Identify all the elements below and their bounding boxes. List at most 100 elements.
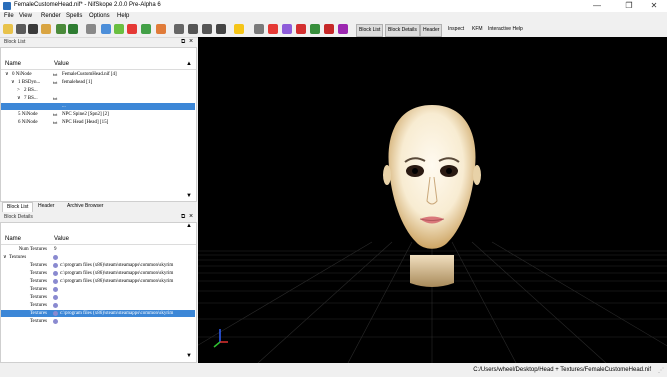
float-panel-icon[interactable]: ⧉ [181, 39, 185, 46]
expand-arrow-icon[interactable]: ∨ [5, 71, 9, 78]
texture-file-icon[interactable] [53, 279, 58, 284]
axes-icon[interactable] [254, 24, 264, 34]
red-cube-icon[interactable] [127, 24, 137, 34]
texture-file-icon[interactable] [53, 263, 58, 268]
maximize-button[interactable]: ❐ [618, 0, 640, 12]
texture-file-icon[interactable] [53, 295, 58, 300]
text-type-icon: txt [53, 112, 58, 117]
detail-row[interactable]: Textures c:\program files (x86)\steam\ste… [1, 270, 195, 277]
expand-arrow-icon[interactable]: ∨ [17, 95, 21, 102]
palette-icon[interactable] [338, 24, 348, 34]
shader-icon[interactable] [156, 24, 166, 34]
toolbar-tab-header[interactable]: Header [420, 24, 443, 37]
undo-icon[interactable] [56, 24, 66, 34]
texture-file-icon[interactable] [53, 303, 58, 308]
view-side-icon[interactable] [216, 24, 226, 34]
detail-name: Textures [29, 287, 47, 292]
col-name-header[interactable]: Name [5, 236, 21, 242]
texture-file-icon[interactable] [53, 271, 58, 276]
texture-file-icon[interactable] [53, 287, 58, 292]
detail-row[interactable]: Textures [1, 286, 195, 293]
camera-icon[interactable] [202, 24, 212, 34]
detail-value: c:\program files (x86)\steam\steamapps\c… [60, 279, 174, 284]
toolbar-tab-block-details[interactable]: Block Details [385, 24, 420, 37]
menu-file[interactable]: File [4, 13, 14, 19]
detail-name: Textures [29, 319, 47, 324]
block-list-row[interactable]: ... [1, 103, 195, 110]
new-file-icon[interactable] [3, 24, 13, 34]
resize-grip-icon[interactable]: ⋰ [658, 367, 664, 374]
save-icon[interactable] [28, 24, 38, 34]
menu-view[interactable]: View [19, 13, 32, 19]
texture-file-icon[interactable] [53, 311, 58, 316]
minimize-button[interactable]: — [586, 0, 608, 12]
text-type-icon: txt [53, 96, 58, 101]
detail-row[interactable]: Textures c:\program files (x86)\steam\ste… [1, 262, 195, 269]
toolbar-tab-inspect[interactable]: Inspect [446, 24, 466, 35]
open-folder-icon[interactable] [41, 24, 51, 34]
view-front-icon[interactable] [174, 24, 184, 34]
block-list-row[interactable]: ∨ 1 BSDyn... txt femalehead [1] [1, 79, 195, 86]
scroll-down-arrow[interactable]: ▼ [186, 353, 192, 359]
close-button[interactable]: ✕ [643, 0, 665, 12]
expand-arrow-icon[interactable]: > [17, 87, 20, 94]
texture-file-icon[interactable] [53, 319, 58, 324]
detail-row[interactable]: Textures [1, 302, 195, 309]
block-list-row[interactable]: ∨ 0 NiNode txt FemaleCustomHead.nif [4] [1, 71, 195, 78]
location-pin-icon[interactable] [324, 24, 334, 34]
text-type-icon: txt [53, 72, 58, 77]
green-cube-icon[interactable] [114, 24, 124, 34]
expand-arrow-icon[interactable]: ∨ [11, 79, 15, 86]
block-name: 0 NiNode [12, 72, 32, 77]
detail-row[interactable]: Textures [1, 318, 195, 325]
texture-icon[interactable] [141, 24, 151, 34]
col-value-header[interactable]: Value [54, 61, 69, 67]
texture-file-icon[interactable] [53, 255, 58, 260]
scroll-down-arrow[interactable]: ▼ [186, 193, 192, 199]
detail-row[interactable]: Num Textures 9 [1, 246, 195, 253]
app-icon [3, 2, 11, 10]
toolbar-tab-block-list[interactable]: Block List [356, 24, 384, 37]
toolbar-tab-interactive-help[interactable]: Interactive Help [486, 24, 525, 35]
redo-icon[interactable] [68, 24, 78, 34]
node-icon[interactable] [268, 24, 278, 34]
block-list-row[interactable]: ∨ 7 BS... txt [1, 95, 195, 102]
toolbar-tab-kfm[interactable]: KFM [470, 24, 485, 35]
menu-spells[interactable]: Spells [66, 13, 82, 19]
tab-block-list[interactable]: Block List [2, 202, 34, 212]
menu-options[interactable]: Options [89, 13, 110, 19]
block-list-row[interactable]: 6 NiNode txt NPC Head [Head] [15] [1, 119, 195, 126]
detail-row[interactable]: Textures c:\program files (x86)\steam\ste… [1, 278, 195, 285]
skeleton-icon[interactable] [282, 24, 292, 34]
menu-help[interactable]: Help [117, 13, 129, 19]
dropdown-icon[interactable] [16, 24, 26, 34]
eye-icon[interactable] [188, 24, 198, 34]
block-list-row[interactable]: 5 NiNode txt NPC Spine2 [Spn2] [2] [1, 111, 195, 118]
constraint-icon[interactable] [296, 24, 306, 34]
close-panel-icon[interactable]: × [189, 213, 193, 220]
col-name-header[interactable]: Name [5, 61, 21, 67]
tab-header[interactable]: Header [34, 202, 58, 211]
detail-row[interactable]: ∨ Textures [1, 254, 195, 261]
tab-archive-browser[interactable]: Archive Browser [63, 202, 107, 211]
float-panel-icon[interactable]: ⧉ [181, 214, 185, 221]
import-icon[interactable] [86, 24, 96, 34]
close-panel-icon[interactable]: × [189, 38, 193, 45]
menu-bar: File View Render Spells Options Help [0, 12, 667, 22]
select-icon[interactable] [101, 24, 111, 34]
scroll-up-arrow[interactable]: ▲ [186, 61, 192, 67]
detail-value: 9 [54, 247, 57, 252]
block-list-row[interactable]: >2 BS... [1, 87, 195, 94]
render-viewport[interactable] [198, 37, 667, 363]
detail-row[interactable]: Textures c:\program files (x86)\steam\ste… [1, 310, 195, 317]
col-value-header[interactable]: Value [54, 236, 69, 242]
detail-row[interactable]: Textures [1, 294, 195, 301]
block-name: 5 NiNode [18, 112, 38, 117]
menu-render[interactable]: Render [41, 13, 61, 19]
scroll-up-arrow[interactable]: ▲ [186, 223, 192, 229]
lightbulb-icon[interactable] [234, 24, 244, 34]
viewport-scene [198, 105, 667, 363]
expand-arrow-icon[interactable]: ∨ [3, 254, 7, 261]
detail-name: Num Textures [18, 247, 47, 252]
marker-icon[interactable] [310, 24, 320, 34]
